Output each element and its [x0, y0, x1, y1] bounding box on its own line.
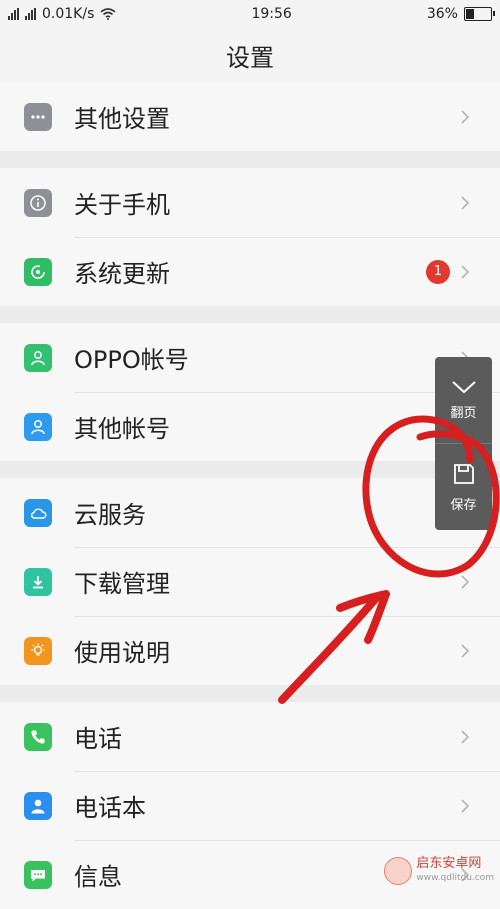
cloud-icon: [24, 498, 52, 527]
status-bar: 0.01K/s 19:56 36%: [0, 0, 500, 28]
clock: 19:56: [251, 6, 292, 22]
battery-icon: [463, 7, 495, 21]
settings-row-label: 其他设置: [74, 105, 170, 133]
settings-row[interactable]: 电话: [0, 702, 500, 771]
settings-row-label: 使用说明: [74, 639, 170, 667]
settings-row[interactable]: 电话本: [0, 771, 500, 840]
person-icon: [24, 412, 52, 441]
settings-row[interactable]: 其他帐号: [0, 392, 500, 461]
chevron-right-icon: [461, 109, 470, 124]
save-button[interactable]: 保存: [435, 443, 492, 530]
settings-row-label: OPPO帐号: [74, 346, 189, 374]
chevron-right-icon: [461, 729, 470, 744]
settings-row-label: 关于手机: [74, 191, 170, 219]
settings-row[interactable]: 关于手机: [0, 168, 500, 237]
chevron-right-icon: [461, 798, 470, 813]
chevron-right-icon: [461, 643, 470, 658]
contacts-icon: [24, 791, 52, 820]
save-label: 保存: [450, 497, 477, 513]
bulb-icon: [24, 636, 52, 665]
settings-row-label: 电话: [74, 725, 122, 753]
floating-panel: 翻页 保存: [435, 357, 492, 530]
group-divider: [0, 461, 500, 478]
settings-row[interactable]: 使用说明: [0, 616, 500, 685]
settings-row-label: 系统更新: [74, 260, 170, 288]
group-divider: [0, 151, 500, 168]
settings-row[interactable]: 云服务: [0, 478, 500, 547]
update-badge: 1: [426, 259, 450, 284]
chevron-right-icon: [461, 574, 470, 589]
watermark: 启东安卓网 www.qdlitdu.com: [384, 857, 494, 885]
page-turn-button[interactable]: 翻页: [435, 357, 492, 443]
page-title: 设置: [226, 43, 274, 72]
chevron-down-icon: [451, 380, 476, 393]
update-icon: [24, 257, 52, 286]
wifi-icon: [100, 8, 116, 20]
network-speed: 0.01K/s: [42, 6, 95, 22]
settings-row[interactable]: 其他设置: [0, 82, 500, 151]
phone-icon: [24, 722, 52, 751]
group-divider: [0, 306, 500, 323]
settings-row-label: 云服务: [74, 501, 146, 529]
watermark-name: 启东安卓网: [416, 856, 482, 871]
signal-icon-2: [25, 8, 36, 20]
settings-row-label: 下载管理: [74, 570, 170, 598]
settings-row-label: 其他帐号: [74, 415, 170, 443]
page-turn-label: 翻页: [450, 405, 477, 421]
message-icon: [24, 860, 52, 889]
chevron-right-icon: [461, 195, 470, 210]
watermark-logo: [384, 857, 413, 885]
person-icon: [24, 343, 52, 372]
group-divider: [0, 685, 500, 702]
settings-row[interactable]: OPPO帐号: [0, 323, 500, 392]
settings-row[interactable]: 下载管理: [0, 547, 500, 616]
signal-icon: [8, 8, 19, 20]
more-icon: [24, 102, 52, 131]
settings-list: 其他设置 关于手机 系统更新 1 OPPO帐号 其他帐号 云服务 下载管理 使用说明 电话 电话本信…: [0, 82, 500, 909]
chevron-right-icon: [461, 264, 470, 279]
settings-row[interactable]: 系统更新 1: [0, 237, 500, 306]
info-icon: [24, 188, 52, 217]
save-icon: [453, 463, 474, 484]
download-icon: [24, 567, 52, 596]
settings-row-label: 电话本: [74, 794, 146, 822]
battery-percent: 36%: [426, 6, 458, 22]
watermark-url: www.qdlitdu.com: [416, 873, 494, 883]
